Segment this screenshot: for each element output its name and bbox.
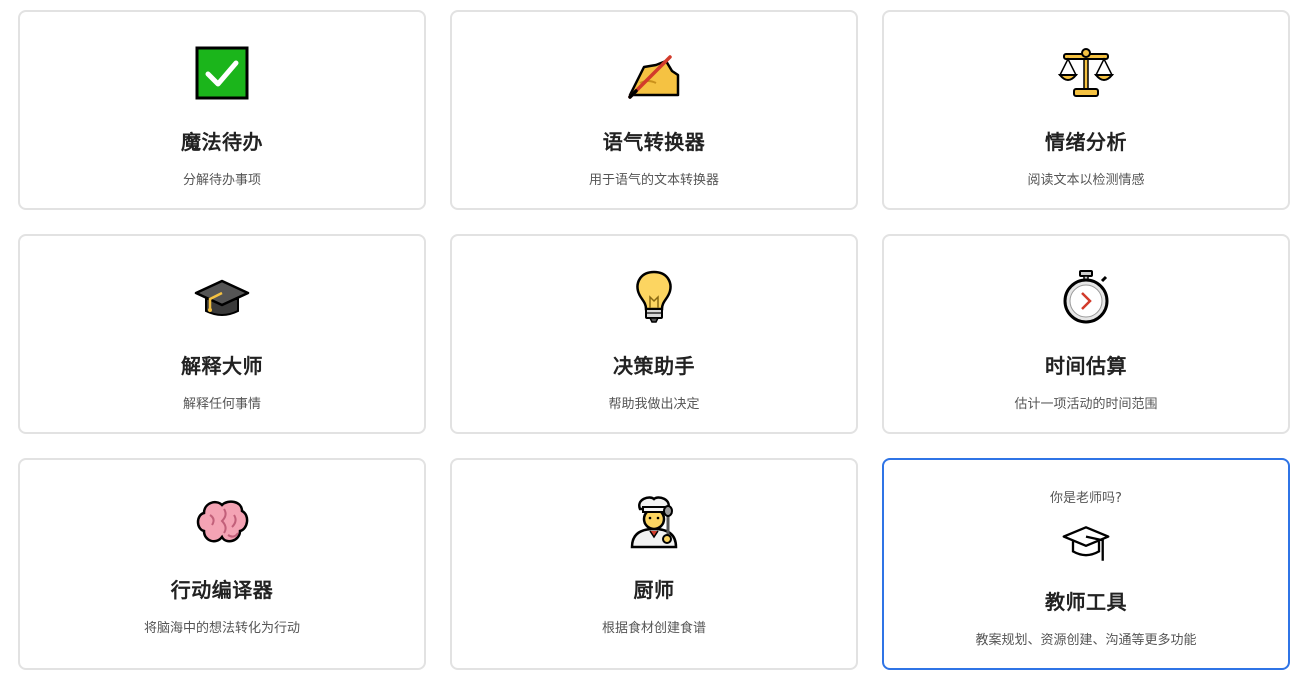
cook-icon: [626, 493, 682, 549]
tools-grid: 魔法待办 分解待办事项 语气转换器 用于语气的文本转换器 情绪分析 阅读文本以检…: [18, 10, 1290, 670]
card-title: 行动编译器: [170, 578, 274, 602]
card-subtitle: 用于语气的文本转换器: [588, 173, 719, 188]
card-title: 教师工具: [1045, 590, 1127, 614]
card-subtitle: 教案规划、资源创建、沟通等更多功能: [975, 633, 1197, 648]
card-explain-master[interactable]: 解释大师 解释任何事情: [18, 234, 426, 434]
card-subtitle: 帮助我做出决定: [608, 397, 700, 412]
teacher-prompt: 你是老师吗?: [1050, 491, 1122, 506]
balance-scale-icon: [1058, 45, 1114, 101]
card-chef[interactable]: 厨师 根据食材创建食谱: [450, 458, 858, 670]
card-subtitle: 估计一项活动的时间范围: [1014, 397, 1158, 412]
card-time-estimate[interactable]: 时间估算 估计一项活动的时间范围: [882, 234, 1290, 434]
card-subtitle: 解释任何事情: [182, 397, 261, 412]
card-title: 决策助手: [613, 354, 695, 378]
card-teacher-tools[interactable]: 你是老师吗? 教师工具 教案规划、资源创建、沟通等更多功能: [882, 458, 1290, 670]
graduation-cap-icon: [194, 269, 250, 325]
check-box-icon: [194, 45, 250, 101]
card-title: 情绪分析: [1045, 130, 1127, 154]
card-title: 解释大师: [181, 354, 263, 378]
card-magic-todo[interactable]: 魔法待办 分解待办事项: [18, 10, 426, 210]
card-action-compiler[interactable]: 行动编译器 将脑海中的想法转化为行动: [18, 458, 426, 670]
brain-icon: [194, 493, 250, 549]
mortarboard-outline-icon: [1060, 518, 1112, 570]
card-subtitle: 分解待办事项: [182, 173, 261, 188]
card-title: 语气转换器: [602, 130, 706, 154]
card-title: 厨师: [633, 578, 675, 602]
card-subtitle: 根据食材创建食谱: [601, 621, 706, 636]
card-subtitle: 将脑海中的想法转化为行动: [143, 621, 300, 636]
card-title: 魔法待办: [181, 130, 263, 154]
card-subtitle: 阅读文本以检测情感: [1027, 173, 1145, 188]
writing-hand-icon: [626, 45, 682, 101]
card-tone-converter[interactable]: 语气转换器 用于语气的文本转换器: [450, 10, 858, 210]
card-sentiment-analysis[interactable]: 情绪分析 阅读文本以检测情感: [882, 10, 1290, 210]
stopwatch-icon: [1058, 269, 1114, 325]
card-title: 时间估算: [1045, 354, 1127, 378]
light-bulb-icon: [626, 269, 682, 325]
card-decision-helper[interactable]: 决策助手 帮助我做出决定: [450, 234, 858, 434]
